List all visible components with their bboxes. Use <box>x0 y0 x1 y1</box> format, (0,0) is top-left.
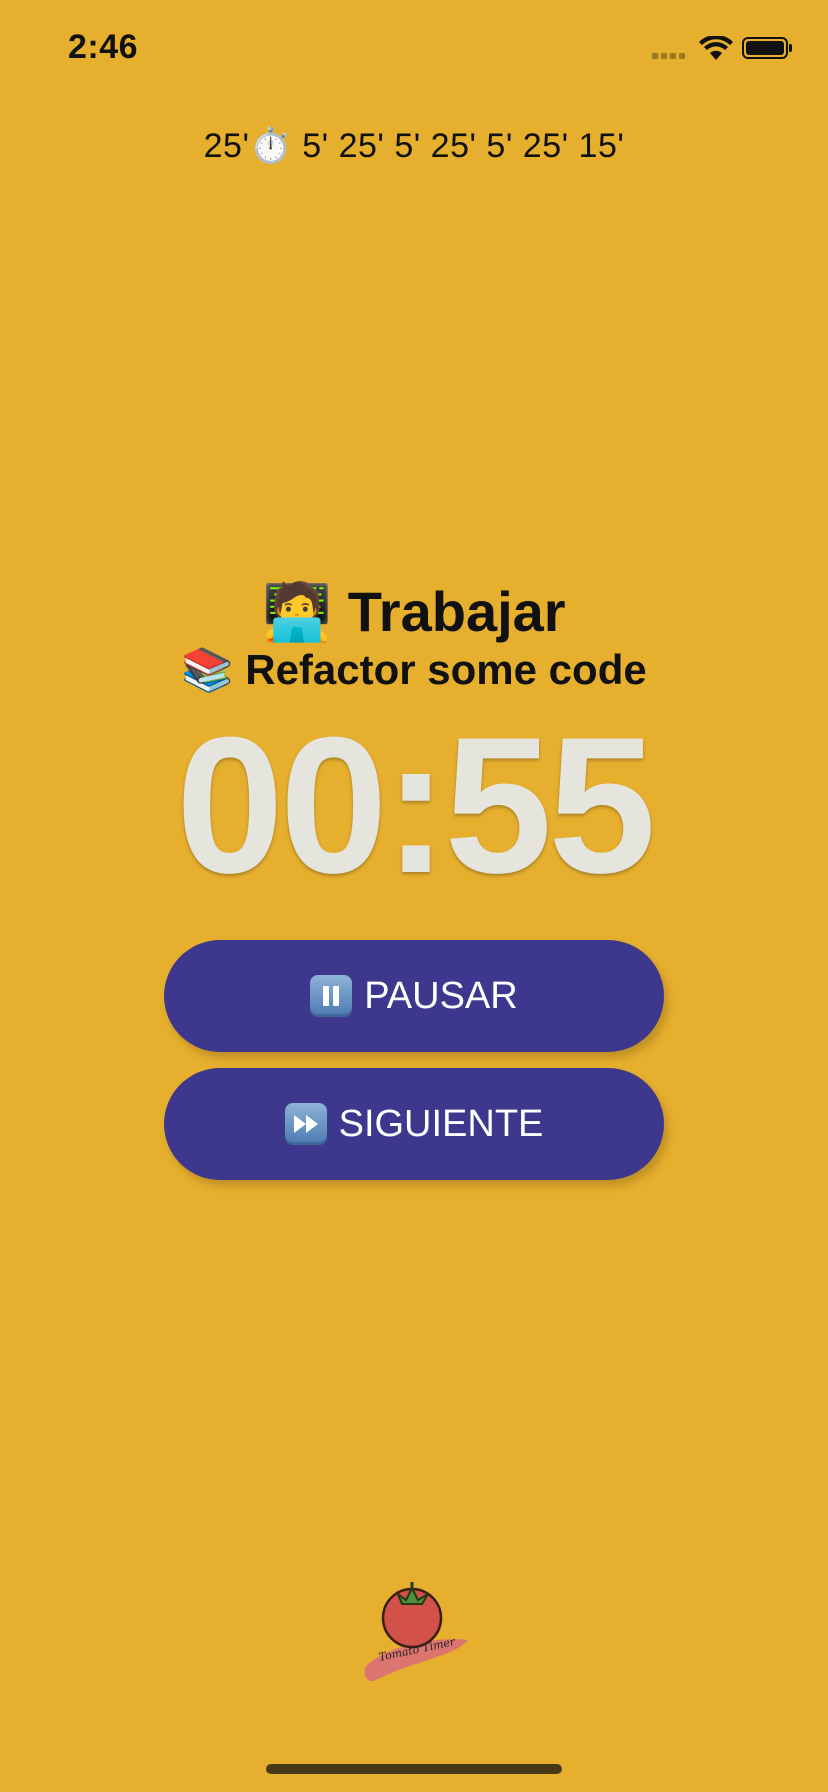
next-button[interactable]: SIGUIENTE <box>164 1068 664 1180</box>
task-title: 🧑‍💻 Trabajar <box>262 580 566 643</box>
battery-tip <box>789 44 792 52</box>
pause-icon <box>310 975 353 1017</box>
cellular-signal-icon <box>652 53 685 59</box>
wifi-icon <box>699 36 733 60</box>
home-indicator[interactable] <box>266 1764 562 1774</box>
status-bar: 2:46 <box>0 0 828 100</box>
status-time: 2:46 <box>68 28 139 66</box>
next-button-label: SIGUIENTE <box>338 1102 544 1145</box>
task-block: 🧑‍💻 Trabajar 📚 Refactor some code <box>0 580 828 696</box>
tomato-logo <box>364 1582 468 1682</box>
pause-button-label: PAUSAR <box>364 974 518 1017</box>
task-subtitle: 📚 Refactor some code <box>181 646 647 693</box>
battery-icon <box>742 37 788 59</box>
fast-forward-icon <box>284 1103 327 1145</box>
countdown-timer: 00:55 <box>175 697 656 914</box>
pomodoro-sequence: 25'⏱️ 5' 25' 5' 25' 5' 25' 15' <box>203 127 625 165</box>
pause-button[interactable]: PAUSAR <box>164 940 664 1052</box>
